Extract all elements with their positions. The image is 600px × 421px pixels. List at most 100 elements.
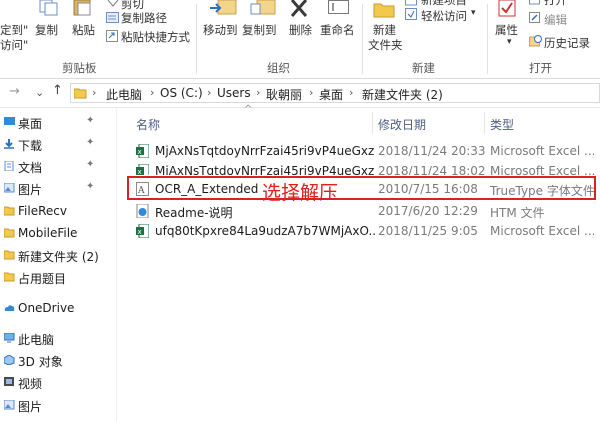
history-button[interactable]: 历史记录 [544,35,590,51]
file-type: Microsoft Excel ... [490,224,596,238]
folder-icon [4,250,15,260]
paste-button[interactable]: 粘贴 [72,22,95,38]
ribbon-separator [196,4,197,74]
breadcrumb-separator-icon[interactable]: › [256,86,260,99]
column-divider[interactable] [484,112,485,134]
open-button[interactable]: 打开 [544,0,567,8]
cloud-icon [4,305,15,311]
file-name: MjAxNsTqtdoyNrrFzai45ri9vP4ueGxz... [155,144,375,158]
nav-item-documents[interactable]: 文档 ✦ [0,155,116,177]
up-arrow-icon[interactable]: ↑ [52,83,63,98]
new-group-label: 新建 [412,61,435,75]
pane-splitter[interactable] [116,108,117,421]
highlight-box [127,176,596,200]
new-folder-button[interactable]: 新建 [373,22,396,38]
sort-ascending-icon: ^ [244,104,253,115]
rename-button[interactable]: 重命名 [320,22,355,38]
breadcrumb-item[interactable]: 桌面 [319,86,343,103]
nav-item-downloads[interactable]: 下载 ✦ [0,133,116,155]
new-folder-icon [373,3,395,18]
new-folder-button-label[interactable]: 文件夹 [368,37,403,53]
file-row[interactable]: x MjAxNsTqtdoyNrrFzai45ri9vP4ueGxz... 20… [132,141,600,161]
breadcrumb-item-current[interactable]: 新建文件夹 (2) [362,86,443,103]
column-header-modified[interactable]: 修改日期 [378,116,426,133]
address-bar: → ⌄ ↑ › 此电脑 › OS (C:) › Users › 耿朝丽 › 桌面… [0,79,600,108]
paste-shortcut-icon [106,30,118,42]
ribbon: 定到" 访问" 复制 粘贴 剪切 复制路径 粘贴快捷方式 剪贴板 移动到 复制到… [0,0,600,79]
file-date: 2018/11/24 20:33 [378,144,486,158]
nav-item-mobilefile[interactable]: MobileFile [0,222,116,244]
folder-icon [4,206,15,216]
copy-to-button[interactable]: 复制到 [242,22,277,38]
breadcrumb-item[interactable]: Users [217,86,251,100]
forward-arrow-icon[interactable]: → [9,84,20,99]
breadcrumb-separator-icon[interactable]: › [207,86,211,99]
svg-text:x: x [138,168,142,175]
delete-button[interactable]: 删除 [289,22,312,38]
file-type: Microsoft Excel ... [490,144,596,158]
column-header-name[interactable]: 名称 [136,116,160,133]
recent-locations-chevron-icon[interactable]: ⌄ [35,86,44,99]
new-item-icon [405,0,417,6]
nav-item-filerecv[interactable]: FileRecv [0,200,116,222]
pin-icon[interactable]: ✦ [86,159,94,170]
file-row[interactable]: x MjAxNsTqtdoyNrrFzai45ri9vP4ueGxz... 20… [132,161,600,175]
nav-item-desktop[interactable]: 桌面 ✦ [0,111,116,133]
easy-access-button[interactable]: 轻松访问 [421,8,467,24]
column-header-type[interactable]: 类型 [490,116,514,133]
delete-icon [290,0,308,17]
nav-item-pictures[interactable]: 图片 ✦ [0,177,116,199]
copy-path-button[interactable]: 复制路径 [121,10,167,26]
file-type: HTM 文件 [490,206,545,220]
breadcrumb-separator-icon[interactable]: › [150,86,154,99]
nav-item-pictures-pc[interactable]: 图片 [0,394,116,416]
properties-button[interactable]: 属性 [495,22,518,38]
properties-dropdown-icon[interactable]: ▾ [507,37,512,47]
clipboard-group-label: 剪贴板 [62,61,97,75]
column-divider[interactable] [372,112,373,134]
pictures-icon [4,183,15,193]
pin-icon[interactable]: ✦ [86,181,94,192]
html-file-icon [136,204,149,218]
file-name: MjAxNsTqtdoyNrrFzai45ri9vP4ueGxz... [155,164,375,175]
excel-file-icon: x [136,224,149,238]
nav-item-this-pc[interactable]: 此电脑 [0,327,116,349]
breadcrumb-item[interactable]: 此电脑 [106,86,142,103]
copy-to-icon [250,0,276,15]
pictures-icon [4,400,15,410]
copy-button[interactable]: 复制 [35,22,58,38]
organize-group-label: 组织 [267,61,290,75]
folder-icon [4,272,15,282]
excel-file-icon: x [136,144,149,158]
rename-icon [328,0,349,14]
breadcrumb-separator-icon[interactable]: › [309,86,313,99]
nav-item-onedrive[interactable]: OneDrive [0,297,116,319]
new-item-button[interactable]: 新建项目 [421,0,467,8]
easy-access-icon [405,8,417,20]
nav-item-new-folder-2[interactable]: 新建文件夹 (2) [0,244,116,266]
easy-access-dropdown-icon[interactable]: ▾ [471,8,476,18]
pin-quick-access-label-top[interactable]: 定到" [0,22,28,38]
nav-item-occupied-topics[interactable]: 占用题目 [0,266,116,288]
pin-icon[interactable]: ✦ [86,137,94,148]
breadcrumb-separator-icon[interactable]: › [92,86,96,99]
paste-shortcut-button[interactable]: 粘贴快捷方式 [121,29,190,45]
move-to-button[interactable]: 移动到 [203,22,238,38]
desktop-icon [4,117,15,125]
nav-item-videos[interactable]: 视频 [0,371,116,393]
breadcrumb-item[interactable]: OS (C:) [160,86,203,100]
file-name: ufq80tKpxre84La9udzA7b7WMjAxO... [155,224,375,238]
pin-icon[interactable]: ✦ [86,115,94,126]
breadcrumb-item[interactable]: 耿朝丽 [266,86,302,103]
svg-text:x: x [138,148,142,156]
nav-item-3d-objects[interactable]: 3D 对象 [0,349,116,371]
file-date: 2018/11/25 9:05 [378,224,478,238]
move-to-icon [210,0,237,15]
edit-button[interactable]: 编辑 [544,12,567,28]
file-row[interactable]: x ufq80tKpxre84La9udzA7b7WMjAxO... 2018/… [132,221,600,241]
open-group-label: 打开 [529,61,552,75]
edit-icon [529,12,540,23]
breadcrumb-separator-icon[interactable]: › [349,86,353,99]
pin-quick-access-label-bottom[interactable]: 访问" [0,37,28,53]
file-row[interactable]: Readme-说明 2017/6/20 12:29 HTM 文件 [132,201,600,221]
